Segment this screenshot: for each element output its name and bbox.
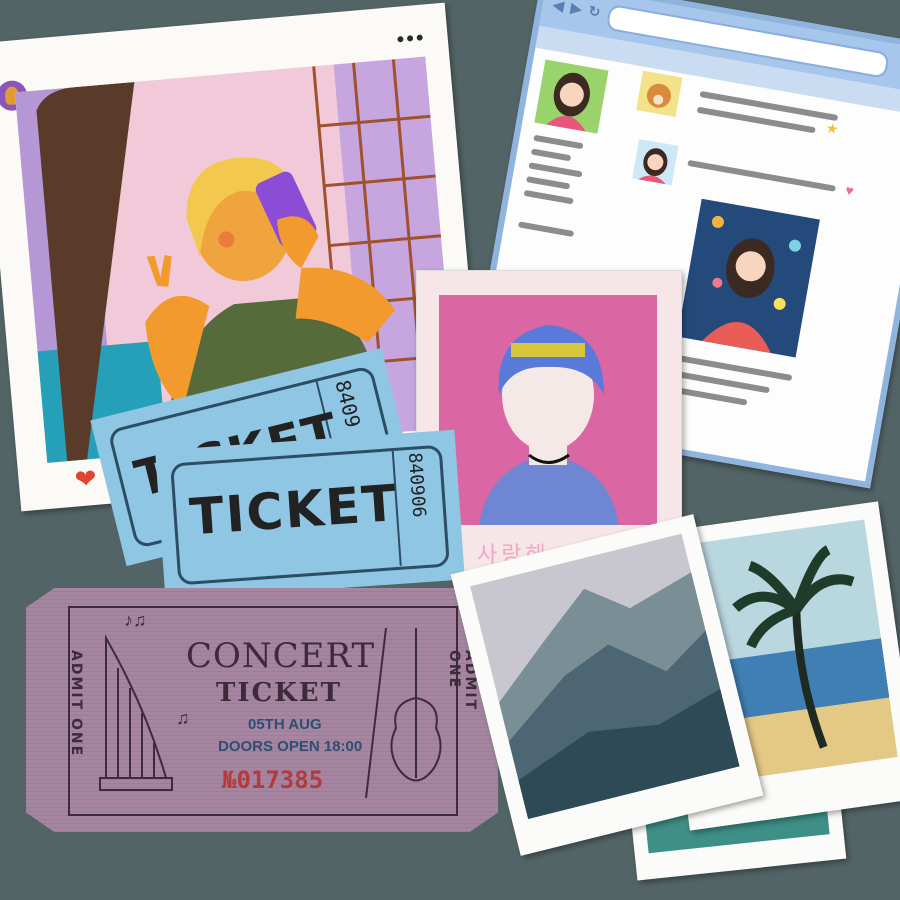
profile-text-line [517,221,575,238]
user-avatar [632,138,679,186]
profile-text-line [525,176,571,190]
concert-subtitle: TICKET [216,678,342,708]
profile-text-line [533,134,584,150]
profile-photo [534,59,609,134]
heart-icon: ♥ [844,181,856,199]
reload-icon[interactable]: ↻ [587,2,606,21]
post-text-line [687,159,836,192]
back-arrow-icon[interactable]: ◀ [552,0,571,15]
star-icon: ★ [824,119,840,138]
dog-avatar [636,70,683,117]
music-note-icon: ♪♫ [124,610,147,630]
forward-arrow-icon[interactable]: ▶ [570,0,589,18]
concert-doors: DOORS OPEN 18:00 [218,738,363,755]
concert-date: 05TH AUG [248,716,322,733]
profile-text-line [530,148,572,162]
admit-one-left: ADMIT ONE [68,650,84,758]
violin-icon [356,618,446,813]
featured-photo [677,198,820,358]
heart-icon[interactable]: ❤ [73,463,97,496]
profile-text-line [528,162,583,178]
music-note-icon: ♫ [176,708,190,728]
ticket-front: TICKET 840906 [155,429,465,601]
anime-boy-image [439,295,657,525]
profile-text-line [523,189,574,205]
concert-title: CONCERT [186,636,376,676]
ticket-serial: 840906 [403,451,430,519]
more-dots-icon[interactable]: ••• [395,24,426,52]
mountain-image [470,533,740,820]
ticket-number: №017385 [222,766,324,794]
concert-ticket: ADMIT ONE ADMIT ONE ♪♫ ♫ CONCERT TICKET … [26,588,498,832]
harp-icon [86,628,186,803]
